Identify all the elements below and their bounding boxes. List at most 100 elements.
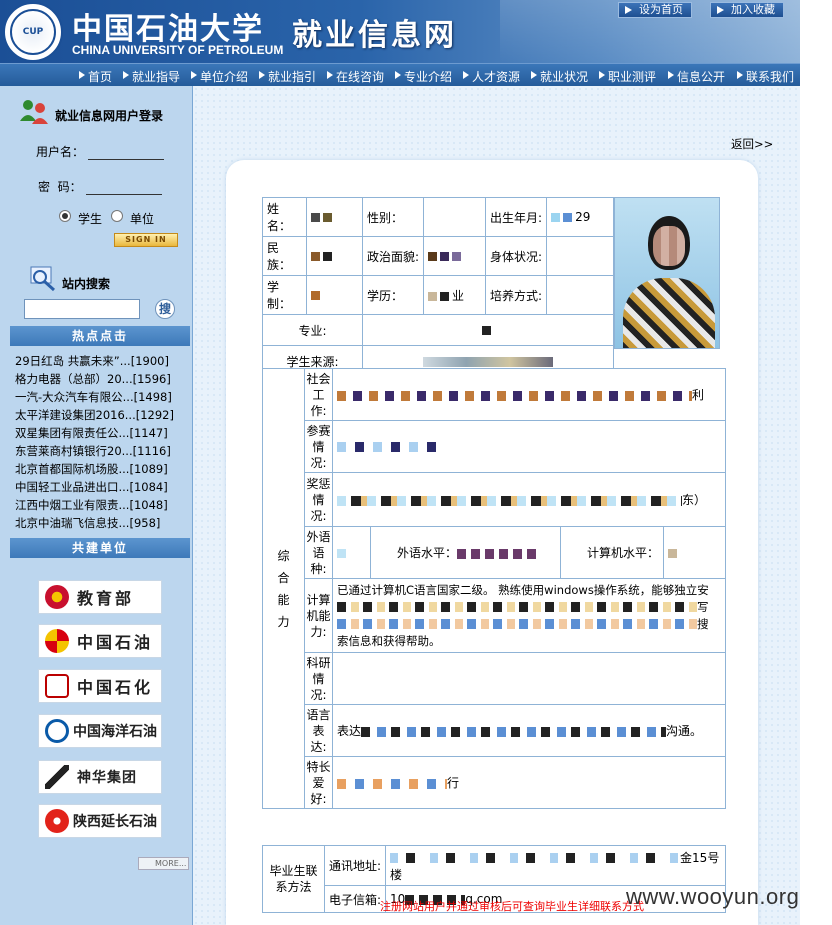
- hot-item[interactable]: 北京中油瑞飞信息技...[958]: [15, 515, 160, 531]
- university-cn-name: 中国石油大学: [72, 12, 264, 47]
- nav-employment-guide[interactable]: 就业指引: [258, 68, 316, 85]
- partners-header: 共建单位: [10, 538, 190, 558]
- partner-moe[interactable]: 教育部: [38, 580, 162, 614]
- nav-employment-status[interactable]: 就业状况: [530, 68, 588, 85]
- ability-table: 综合能力 社会工作: 利 参赛情况: 奖惩情况: 东） 外语语种: 外语水平： …: [262, 368, 726, 809]
- degree-label: 学历：: [361, 275, 425, 315]
- nav-career-assessment[interactable]: 职业测评: [598, 68, 656, 85]
- nav-home[interactable]: 首页: [78, 68, 112, 85]
- more-partners-button[interactable]: MORE...: [138, 857, 189, 870]
- hot-item[interactable]: 北京首都国际机场股...[1089]: [15, 461, 168, 477]
- hot-item[interactable]: 中国轻工业品进出口...[1084]: [15, 479, 168, 495]
- main-nav: 首页 就业指导 单位介绍 就业指引 在线咨询 专业介绍 人才资源 就业状况 职业…: [0, 63, 800, 86]
- duration-label: 学制：: [262, 275, 307, 315]
- address-value: 金15号楼: [385, 844, 726, 887]
- hot-item[interactable]: 双星集团有限责任公...[1147]: [15, 425, 168, 441]
- hot-item[interactable]: 一汽-大众汽车有限公...[1498]: [15, 389, 172, 405]
- back-link[interactable]: 返回>>: [731, 136, 773, 152]
- partner-shenhua[interactable]: 神华集团: [38, 760, 162, 794]
- gender-label: 性别：: [361, 197, 425, 237]
- social-value: 利: [332, 368, 726, 421]
- cnpc-logo-icon: [45, 629, 69, 653]
- add-favorite-button[interactable]: 加入收藏: [710, 2, 784, 18]
- health-value: [546, 236, 614, 276]
- password-input[interactable]: [86, 194, 162, 195]
- major-value: [362, 314, 614, 346]
- hot-item[interactable]: 格力电器（总部）20...[1596]: [15, 371, 171, 387]
- politics-value: [423, 236, 487, 276]
- duration-value: [306, 275, 363, 315]
- student-photo: [614, 197, 720, 349]
- computer-label: 计算机能力:: [304, 578, 333, 653]
- computer-level-label: 计算机水平：: [560, 526, 664, 579]
- unit-radio[interactable]: [111, 210, 123, 222]
- contest-value: [332, 420, 726, 473]
- nav-talent-pool[interactable]: 人才资源: [462, 68, 520, 85]
- password-label: 密 码：: [38, 180, 82, 194]
- award-value: 东）: [332, 472, 726, 527]
- university-logo[interactable]: CUP: [3, 2, 63, 62]
- lang-level-label: 外语水平：: [397, 546, 458, 560]
- users-icon: [20, 100, 48, 124]
- national-emblem-icon: [45, 585, 69, 609]
- research-label: 科研情况:: [304, 652, 333, 705]
- hot-item[interactable]: 东营莱商村镇银行20...[1116]: [15, 443, 171, 459]
- unit-radio-label: 单位: [130, 212, 155, 226]
- address-label: 通讯地址:: [323, 844, 387, 887]
- signin-button[interactable]: SIGN IN: [114, 233, 178, 247]
- yanchang-logo-icon: [45, 809, 69, 833]
- degree-value: 业: [423, 275, 487, 315]
- training-value: [546, 275, 614, 315]
- set-homepage-button[interactable]: 设为首页: [618, 2, 692, 18]
- search-icon: [30, 266, 56, 292]
- research-value: [332, 652, 726, 705]
- contest-label: 参赛情况:: [304, 420, 333, 473]
- health-label: 身体状况:: [485, 236, 548, 276]
- major-label: 专业:: [262, 314, 363, 346]
- partner-sinopec[interactable]: 中国石化: [38, 669, 162, 703]
- search-title: 站内搜索: [62, 277, 111, 291]
- student-radio-label: 学生: [78, 212, 103, 226]
- nav-major-intro[interactable]: 专业介绍: [394, 68, 452, 85]
- partner-yanchang[interactable]: 陕西延长石油: [38, 804, 162, 838]
- birth-value: 29: [546, 197, 614, 237]
- computer-value: 已通过计算机C语言国家二级。 熟练使用windows操作系统，能够独立安 写 搜…: [332, 578, 726, 653]
- basic-info-table: 姓名： 性别： 出生年月: 29 民族： 政治面貌: 身体状况: 学制： 学历：…: [262, 197, 614, 377]
- student-radio[interactable]: [59, 210, 71, 222]
- lang-value: [332, 526, 371, 579]
- lang-label: 外语语种:: [304, 526, 333, 579]
- site-title: 就业信息网: [292, 18, 457, 53]
- hot-item[interactable]: 江西中烟工业有限责...[1048]: [15, 497, 168, 513]
- nation-value: [306, 236, 363, 276]
- social-label: 社会工作:: [304, 368, 333, 421]
- nav-online-consult[interactable]: 在线咨询: [326, 68, 384, 85]
- expression-value: 表达 沟通。: [332, 704, 726, 757]
- award-label: 奖惩情况:: [304, 472, 333, 527]
- nav-career-guidance[interactable]: 就业指导: [122, 68, 180, 85]
- search-input[interactable]: [24, 299, 140, 319]
- nav-company-intro[interactable]: 单位介绍: [190, 68, 248, 85]
- username-input[interactable]: [88, 159, 164, 160]
- computer-level-value: [663, 526, 726, 579]
- nav-info-disclosure[interactable]: 信息公开: [667, 68, 725, 85]
- hot-clicks-header: 热点点击: [10, 326, 190, 346]
- search-button[interactable]: 搜: [155, 299, 175, 319]
- lang-level-cell: 外语水平：: [370, 526, 561, 579]
- shenhua-logo-icon: [45, 765, 69, 789]
- hot-item[interactable]: 29日红岛 共赢未来”...[1900]: [15, 353, 169, 369]
- nav-contact-us[interactable]: 联系我们: [736, 68, 794, 85]
- politics-label: 政治面貌:: [361, 236, 425, 276]
- contact-label: 毕业生联系方法: [262, 845, 325, 913]
- expression-label: 语言表达:: [304, 704, 333, 757]
- email-label: 电子信箱:: [323, 885, 387, 913]
- login-title: 就业信息网用户登录: [55, 109, 164, 123]
- watermark: www.wooyun.org: [626, 884, 800, 909]
- contact-notice: 注册网站用户并通过审核后可查询毕业生详细联系方式: [380, 900, 644, 913]
- partner-cnpc[interactable]: 中国石油: [38, 624, 162, 658]
- hot-item[interactable]: 太平洋建设集团2016...[1292]: [15, 407, 174, 423]
- logo-emblem: CUP: [10, 9, 56, 55]
- hobby-label: 特长爱好:: [304, 756, 333, 809]
- nation-label: 民族：: [262, 236, 307, 276]
- partner-cnooc[interactable]: 中国海洋石油: [38, 714, 162, 748]
- sinopec-logo-icon: [45, 674, 69, 698]
